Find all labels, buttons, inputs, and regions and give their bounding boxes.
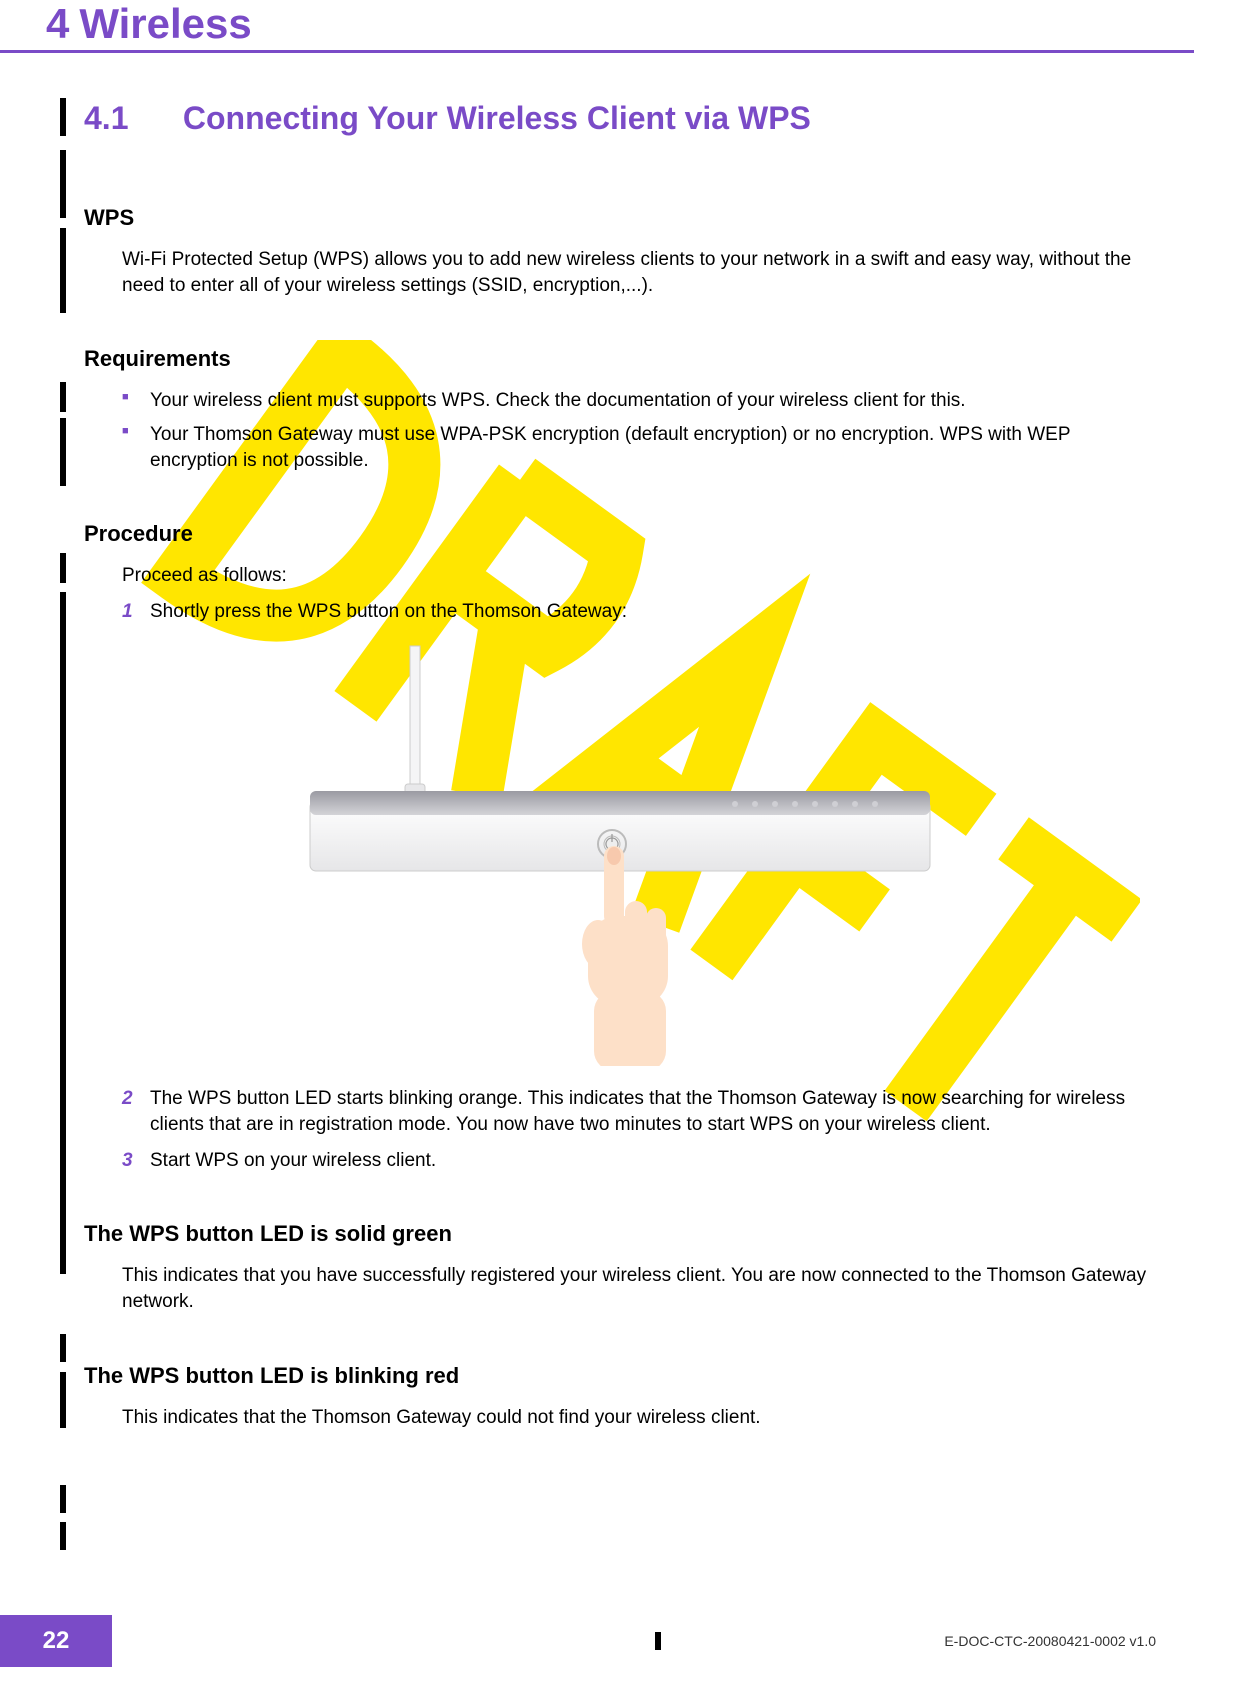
step-text: The WPS button LED starts blinking orang…	[150, 1088, 1125, 1135]
change-bar	[60, 150, 66, 188]
page-number: 22	[0, 1615, 112, 1667]
subsection-title: The WPS button LED is blinking red	[84, 1363, 1156, 1389]
list-item: Your Thomson Gateway must use WPA-PSK en…	[122, 422, 1156, 473]
subsection-title: WPS	[84, 205, 1156, 231]
step-text: Start WPS on your wireless client.	[150, 1150, 436, 1171]
list-item: 2 The WPS button LED starts blinking ora…	[122, 1086, 1156, 1137]
chapter-title: Wireless	[79, 0, 251, 48]
list-item: 1 Shortly press the WPS button on the Th…	[122, 599, 1156, 625]
change-bar	[60, 382, 66, 412]
body-text: This indicates that you have successfull…	[122, 1263, 1156, 1314]
header-rule	[0, 50, 1194, 53]
step-number: 3	[122, 1148, 133, 1174]
subsection-solid-green: The WPS button LED is solid green This i…	[84, 1221, 1156, 1314]
subsection-requirements: Requirements Your wireless client must s…	[84, 346, 1156, 473]
body-text: This indicates that the Thomson Gateway …	[122, 1405, 1156, 1431]
subsection-title: Procedure	[84, 521, 1156, 547]
change-bar	[60, 592, 66, 1274]
subsection-title: The WPS button LED is solid green	[84, 1221, 1156, 1247]
section-title-text: Connecting Your Wireless Client via WPS	[183, 100, 811, 136]
change-bar	[60, 1522, 66, 1550]
numbered-list-cont: 2 The WPS button LED starts blinking ora…	[122, 1086, 1156, 1173]
change-bar	[60, 418, 66, 486]
subsection-procedure: Procedure Proceed as follows: 1 Shortly …	[84, 521, 1156, 1173]
body-text: Proceed as follows:	[122, 563, 1156, 589]
footer-mid	[112, 1632, 944, 1650]
footer-marker-icon	[655, 1632, 661, 1650]
router-illustration	[290, 636, 950, 1066]
change-bar	[60, 553, 66, 583]
subsection-wps: WPS Wi-Fi Protected Setup (WPS) allows y…	[84, 205, 1156, 298]
change-bar	[60, 228, 66, 288]
step-number: 1	[122, 599, 133, 625]
change-bar	[60, 188, 66, 218]
step-number: 2	[122, 1086, 133, 1112]
change-bar	[60, 98, 66, 136]
page-footer: 22 E-DOC-CTC-20080421-0002 v1.0	[0, 1600, 1240, 1682]
body-text: Wi-Fi Protected Setup (WPS) allows you t…	[122, 247, 1156, 298]
subsection-blinking-red: The WPS button LED is blinking red This …	[84, 1363, 1156, 1431]
subsection-title: Requirements	[84, 346, 1156, 372]
change-bar	[60, 1334, 66, 1362]
change-bar	[60, 1485, 66, 1513]
list-item: Your wireless client must supports WPS. …	[122, 388, 1156, 414]
bullet-list: Your wireless client must supports WPS. …	[122, 388, 1156, 473]
change-bar	[60, 283, 66, 313]
page-content: 4.1 Connecting Your Wireless Client via …	[84, 100, 1156, 1478]
list-item: 3 Start WPS on your wireless client.	[122, 1148, 1156, 1174]
change-bar	[60, 1372, 66, 1428]
section-number: 4.1	[84, 100, 174, 137]
numbered-list: 1 Shortly press the WPS button on the Th…	[122, 599, 1156, 625]
page-header: 4 Wireless	[46, 0, 1194, 48]
section-title: 4.1 Connecting Your Wireless Client via …	[84, 100, 1156, 137]
chapter-number: 4	[46, 0, 69, 48]
step-text: Shortly press the WPS button on the Thom…	[150, 601, 627, 622]
doc-reference: E-DOC-CTC-20080421-0002 v1.0	[944, 1633, 1156, 1649]
